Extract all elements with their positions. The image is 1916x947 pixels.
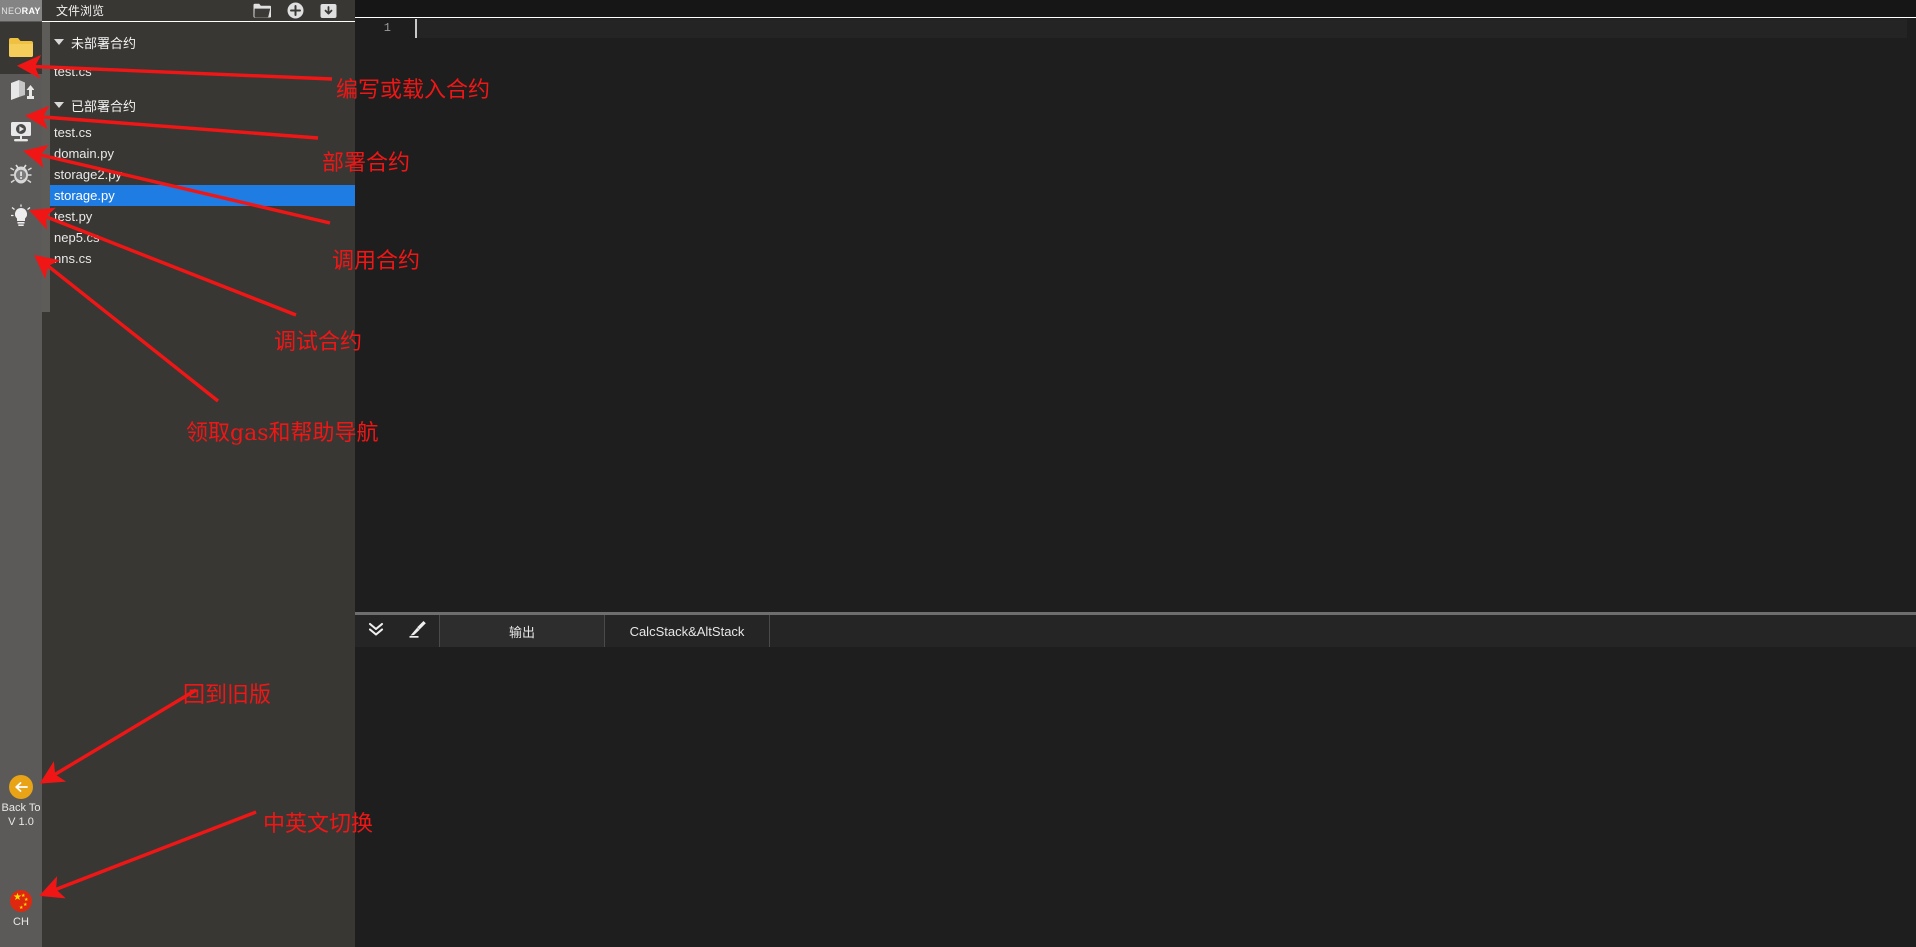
explorer-header: 文件浏览 — [42, 0, 355, 21]
file-explorer-panel: 文件浏览 未部署合约 test.cs 已部署合约 test.cs domain.… — [42, 0, 355, 947]
back-to-label-line2: V 1.0 — [8, 816, 34, 828]
back-to-v1-button[interactable]: Back To V 1.0 — [0, 775, 42, 829]
list-item[interactable]: test.cs — [42, 122, 355, 143]
collapse-down-icon[interactable] — [366, 620, 386, 643]
chevron-down-icon — [54, 39, 64, 45]
chevron-down-icon — [54, 102, 64, 108]
tree-group-deployed[interactable]: 已部署合约 — [42, 92, 355, 118]
list-item[interactable]: domain.py — [42, 143, 355, 164]
folder-icon — [8, 37, 34, 59]
add-circle-icon[interactable] — [287, 2, 304, 19]
app-logo: NEO RAY — [0, 0, 42, 21]
panel-tabbar: 输出 CalcStack&AltStack — [355, 615, 1916, 647]
neoray-ide-window: NEO RAY Back To V 1.0 ★ ★ ★ ★ ★ CH 文件浏览 … — [0, 0, 1916, 947]
save-download-icon[interactable] — [320, 3, 337, 19]
editor-gutter: 1 — [355, 19, 401, 612]
clear-broom-icon[interactable] — [408, 619, 428, 644]
list-item-selected[interactable]: storage.py — [42, 185, 355, 206]
sidebar-item-help[interactable] — [0, 190, 42, 242]
list-item[interactable]: test.py — [42, 206, 355, 227]
tree-group-label: 未部署合约 — [71, 35, 137, 51]
deploy-box-icon — [8, 77, 34, 103]
back-to-label-line1: Back To — [1, 802, 41, 814]
file-name: storage.py — [54, 188, 115, 203]
line-number: 1 — [383, 21, 391, 35]
explorer-tree: 未部署合约 test.cs 已部署合约 test.cs domain.py st… — [42, 21, 355, 947]
editor-region: 1 输出 CalcStack&AltStack — [355, 0, 1916, 947]
language-label: CH — [13, 916, 29, 928]
language-toggle-button[interactable]: ★ ★ ★ ★ ★ CH — [0, 890, 42, 929]
tree-group-label: 已部署合约 — [71, 98, 137, 114]
bug-icon — [9, 161, 33, 187]
file-name: domain.py — [54, 146, 114, 161]
file-name: test.py — [54, 209, 93, 224]
file-name: test.cs — [54, 125, 92, 140]
logo-prefix: NEO — [1, 5, 22, 16]
tab-calcstack-altstack[interactable]: CalcStack&AltStack — [605, 615, 770, 647]
tab-output[interactable]: 输出 — [440, 615, 605, 647]
active-line-highlight — [417, 19, 1907, 38]
list-item[interactable]: test.cs — [42, 61, 355, 82]
file-name: nns.cs — [54, 251, 92, 266]
file-name: storage2.py — [54, 167, 122, 182]
file-name: test.cs — [54, 64, 92, 79]
activity-bar: NEO RAY Back To V 1.0 ★ ★ ★ ★ ★ CH — [0, 0, 42, 947]
panel-icon-group — [355, 615, 440, 647]
tab-label: CalcStack&AltStack — [629, 623, 745, 639]
panel-tabbar-filler — [770, 615, 1916, 647]
code-line-1[interactable] — [415, 19, 1907, 38]
back-arrow-icon — [9, 775, 33, 799]
monitor-play-icon — [8, 120, 34, 144]
china-flag-icon: ★ ★ ★ ★ ★ — [10, 890, 32, 912]
file-name: nep5.cs — [54, 230, 100, 245]
list-item[interactable]: nns.cs — [42, 248, 355, 269]
panel-output-content[interactable] — [355, 647, 1916, 947]
tab-label: 输出 — [508, 624, 535, 640]
list-item[interactable]: nep5.cs — [42, 227, 355, 248]
explorer-title: 文件浏览 — [56, 4, 105, 18]
tree-group-undeployed[interactable]: 未部署合约 — [42, 29, 355, 55]
logo-suffix: RAY — [21, 5, 41, 16]
editor-tabbar — [355, 0, 1916, 18]
explorer-scrollbar[interactable] — [42, 22, 50, 312]
lightbulb-icon — [8, 203, 34, 229]
list-item[interactable]: storage2.py — [42, 164, 355, 185]
open-folder-icon[interactable] — [253, 3, 271, 18]
explorer-toolbar — [253, 0, 337, 21]
bottom-panel: 输出 CalcStack&AltStack — [355, 612, 1916, 947]
code-editor[interactable]: 1 — [355, 19, 1916, 612]
